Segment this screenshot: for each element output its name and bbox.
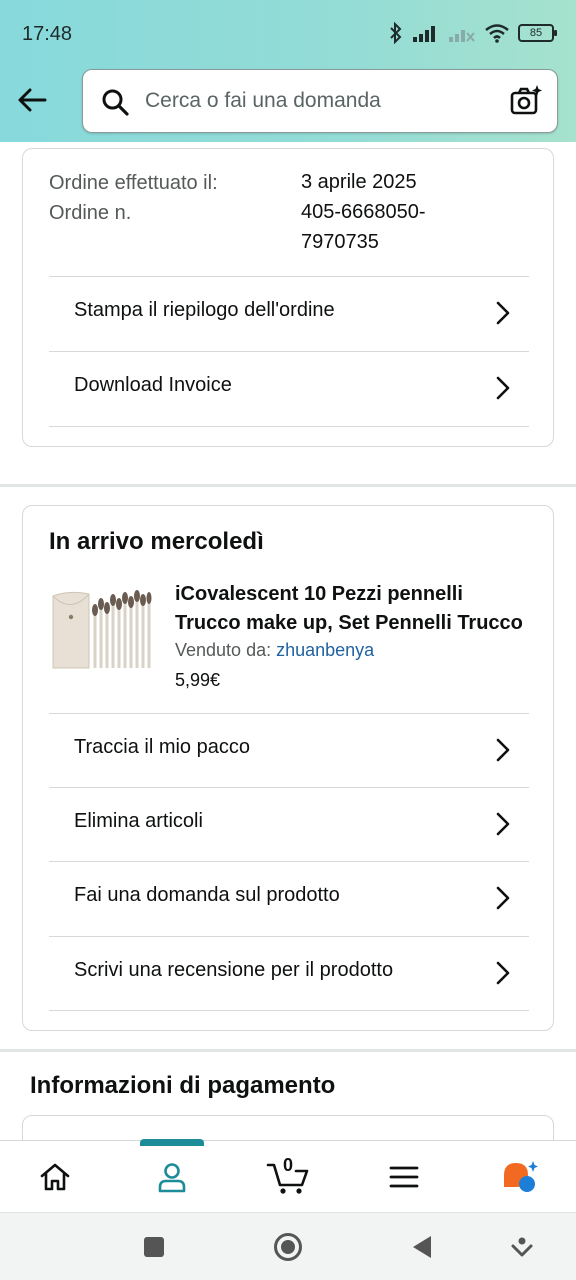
- back-system-button[interactable]: [406, 1231, 438, 1263]
- sold-by-label: Venduto da:: [175, 640, 272, 660]
- ask-question-row[interactable]: Fai una domanda sul prodotto: [49, 861, 529, 935]
- delete-items-row[interactable]: Elimina articoli: [49, 787, 529, 861]
- chevron-right-icon: [496, 738, 510, 762]
- back-arrow-icon: [18, 88, 47, 112]
- status-bar: 17:48 85: [0, 0, 576, 68]
- product-image[interactable]: [49, 584, 153, 674]
- product-title[interactable]: iCovalescent 10 Pezzi pennelli Trucco ma…: [175, 580, 535, 638]
- chevron-right-icon: [496, 376, 510, 400]
- menu-icon: [389, 1166, 419, 1188]
- home-system-button[interactable]: [272, 1231, 304, 1263]
- ai-assistant-icon: [504, 1161, 538, 1192]
- print-summary-label: Stampa il riepilogo dell'ordine: [74, 299, 335, 321]
- sold-by: Venduto da: zhuanbenya: [175, 640, 374, 661]
- square-icon: [144, 1237, 164, 1257]
- divider: [49, 426, 529, 427]
- order-number-value: 405-6668050-: [301, 201, 426, 223]
- chevron-right-icon: [496, 301, 510, 325]
- camera-search-icon[interactable]: [509, 84, 543, 118]
- chevron-right-icon: [496, 886, 510, 910]
- user-icon: [158, 1163, 186, 1193]
- chevron-right-icon: [496, 961, 510, 985]
- chevron-right-icon: [496, 812, 510, 836]
- system-nav-bar: [0, 1212, 576, 1280]
- battery-level: 85: [529, 27, 543, 39]
- product-title-line1: iCovalescent 10 Pezzi pennelli: [175, 583, 463, 605]
- track-package-label: Traccia il mio pacco: [74, 736, 250, 758]
- cart-count: 0: [283, 1155, 294, 1175]
- nav-home[interactable]: [23, 1141, 87, 1213]
- app-header: 17:48 85 Cerca o fai una domanda: [0, 0, 576, 142]
- status-time: 17:48: [22, 23, 73, 45]
- search-icon: [102, 89, 129, 116]
- home-icon: [40, 1163, 70, 1191]
- download-invoice-label: Download Invoice: [74, 374, 232, 396]
- product-title-line2: Trucco make up, Set Pennelli Trucco: [175, 612, 523, 634]
- triangle-back-icon: [413, 1236, 431, 1258]
- nav-account[interactable]: [140, 1141, 204, 1213]
- write-review-row[interactable]: Scrivi una recensione per il prodotto: [49, 936, 529, 1010]
- order-date-label: Ordine effettuato il:: [49, 172, 218, 194]
- print-summary-row[interactable]: Stampa il riepilogo dell'ordine: [49, 276, 529, 350]
- battery-icon: 85: [518, 24, 557, 42]
- order-date-value: 3 aprile 2025: [301, 171, 417, 193]
- delivery-title: In arrivo mercoledì: [49, 528, 264, 555]
- delete-items-label: Elimina articoli: [74, 810, 203, 832]
- order-number-value-cont: 7970735: [301, 231, 379, 253]
- section-divider: [0, 1049, 576, 1052]
- status-icons: 85: [388, 22, 557, 44]
- product-price: 5,99€: [175, 670, 221, 690]
- payment-info-title: Informazioni di pagamento: [30, 1072, 336, 1099]
- ask-question-label: Fai una domanda sul prodotto: [74, 884, 340, 906]
- bluetooth-icon: [390, 22, 402, 44]
- signal-no-service-icon: [449, 30, 475, 42]
- order-info-card: Ordine effettuato il: 3 aprile 2025 Ordi…: [22, 148, 554, 447]
- wifi-icon: [485, 24, 509, 43]
- search-bar[interactable]: Cerca o fai una domanda: [82, 69, 558, 133]
- circle-icon: [274, 1233, 302, 1261]
- shipment-card: In arrivo mercoledì iCovalescent 10 Pezz…: [22, 505, 554, 1031]
- chevron-down-icon: [511, 1237, 533, 1257]
- bottom-nav: 0: [0, 1139, 576, 1213]
- download-invoice-row[interactable]: Download Invoice: [49, 351, 529, 425]
- signal-icon: [413, 26, 435, 42]
- nav-menu[interactable]: [372, 1141, 436, 1213]
- seller-link[interactable]: zhuanbenya: [276, 640, 374, 660]
- section-divider: [0, 484, 576, 487]
- order-number-label: Ordine n.: [49, 202, 132, 224]
- nav-rufus[interactable]: [488, 1141, 552, 1213]
- nav-cart[interactable]: 0: [256, 1141, 320, 1213]
- search-input[interactable]: Cerca o fai una domanda: [145, 89, 381, 113]
- write-review-label: Scrivi una recensione per il prodotto: [74, 959, 394, 981]
- back-button[interactable]: [14, 82, 50, 118]
- track-package-row[interactable]: Traccia il mio pacco: [49, 713, 529, 787]
- recent-apps-button[interactable]: [138, 1231, 170, 1263]
- assistant-system-button[interactable]: [506, 1231, 538, 1263]
- divider: [49, 1010, 529, 1011]
